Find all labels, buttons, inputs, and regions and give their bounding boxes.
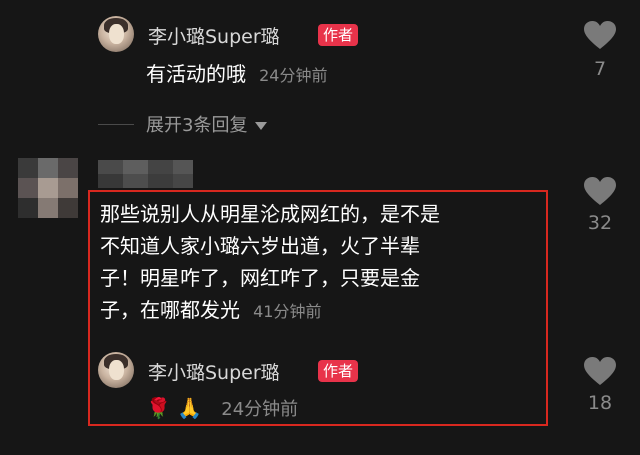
comment-text: 有活动的哦 xyxy=(146,62,246,86)
comment-time: 24分钟前 xyxy=(221,399,299,420)
heart-icon[interactable] xyxy=(583,20,617,50)
comment-text-line: 不知道人家小璐六岁出道，火了半辈 xyxy=(100,234,420,258)
heart-icon[interactable] xyxy=(583,176,617,206)
avatar[interactable] xyxy=(98,16,134,52)
comment-username[interactable]: 李小璐Super璐 xyxy=(148,22,280,49)
comment-username[interactable]: 李小璐Super璐 xyxy=(148,358,280,385)
author-badge: 作者 xyxy=(318,360,359,382)
expand-replies-button[interactable]: 展开3条回复 xyxy=(146,111,267,137)
username-pixelated[interactable] xyxy=(98,160,198,190)
comment-emoji: 🌹 🙏 xyxy=(146,396,203,420)
like-count: 32 xyxy=(587,212,613,234)
avatar[interactable] xyxy=(98,352,134,388)
expand-replies-divider xyxy=(98,124,134,125)
author-badge: 作者 xyxy=(318,24,359,46)
avatar-face xyxy=(108,23,124,45)
comment-text-line: 子，在哪都发光 xyxy=(100,298,240,322)
expand-replies-label: 展开3条回复 xyxy=(146,115,248,136)
heart-icon[interactable] xyxy=(583,356,617,386)
comment-body: 有活动的哦 24分钟前 xyxy=(146,58,327,90)
comment-time: 41分钟前 xyxy=(253,302,322,321)
avatar-pixelated[interactable] xyxy=(18,158,78,220)
comment-body: 🌹 🙏 24分钟前 xyxy=(146,392,298,424)
comment-body: 那些说别人从明星沦成网红的，是不是 不知道人家小璐六岁出道，火了半辈 子！明星咋… xyxy=(100,198,550,326)
like-count: 18 xyxy=(587,392,613,414)
comment-text-line: 子！明星咋了，网红咋了，只要是金 xyxy=(100,266,420,290)
avatar-face xyxy=(108,359,124,381)
like-count: 7 xyxy=(593,58,607,80)
caret-down-icon xyxy=(254,122,267,130)
comment-time: 24分钟前 xyxy=(259,66,328,85)
comment-text-line: 那些说别人从明星沦成网红的，是不是 xyxy=(100,202,440,226)
